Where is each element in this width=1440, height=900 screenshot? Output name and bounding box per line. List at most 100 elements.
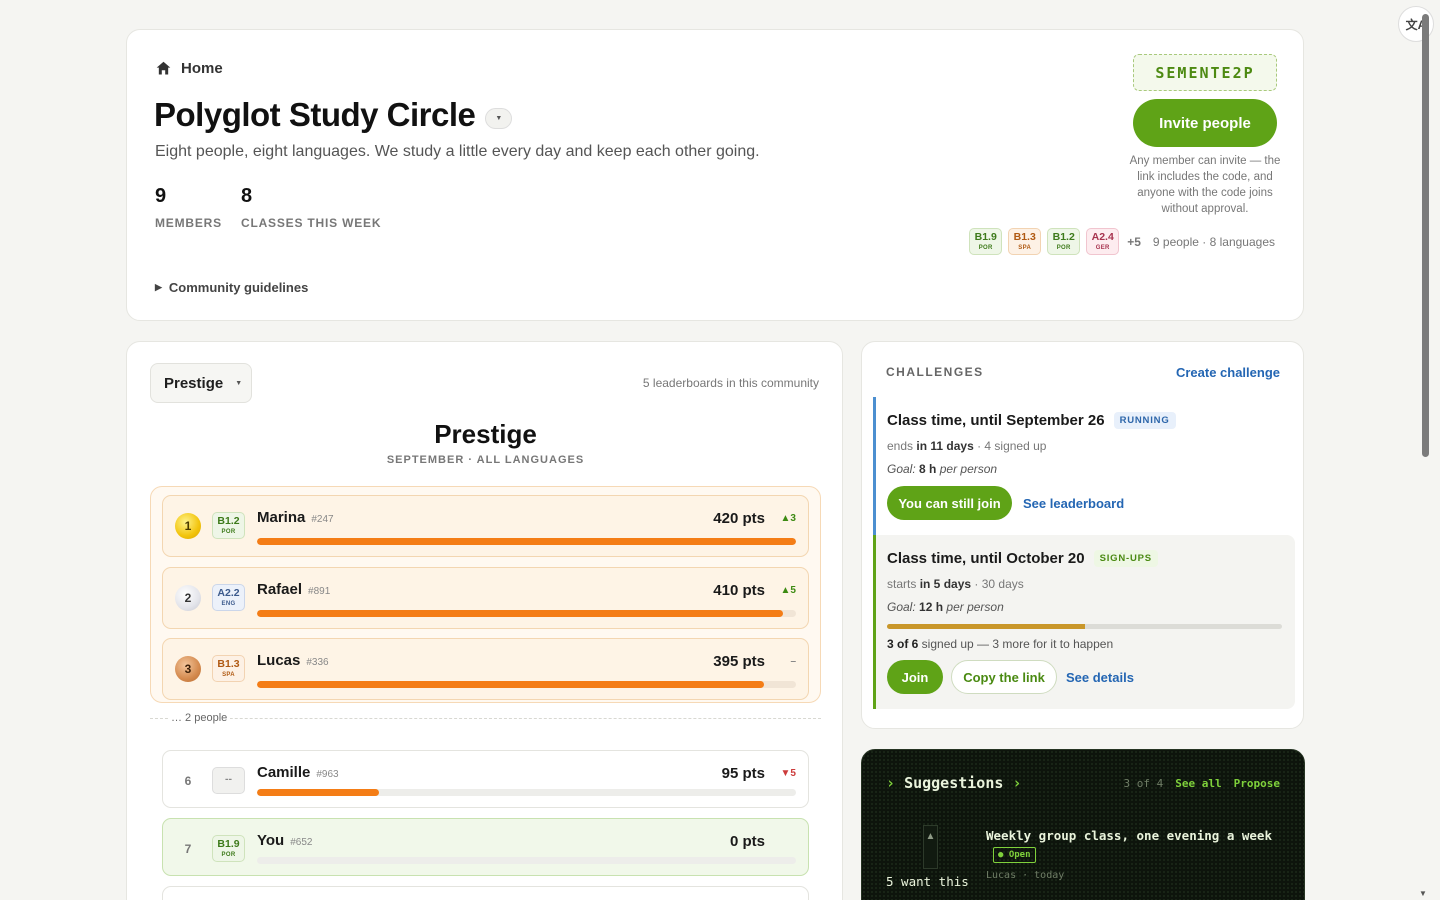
upvote-button[interactable]: ▲ xyxy=(923,825,938,869)
chevron-down-icon: ▼ xyxy=(495,114,503,122)
home-label: Home xyxy=(181,60,223,77)
leaderboard-select[interactable]: Prestige ▼ xyxy=(150,363,252,403)
challenge-title[interactable]: Class time, until September 26 RUNNING xyxy=(887,412,1176,429)
level-badge: A2.4 GER xyxy=(1086,228,1120,255)
level-lang: POR xyxy=(1056,244,1071,251)
points-bar-fill xyxy=(257,538,796,545)
level-badge: B1.3 SPA xyxy=(212,655,245,682)
suggestions-title[interactable]: › Suggestions › xyxy=(886,774,1021,792)
propose-link[interactable]: Propose xyxy=(1234,777,1280,790)
want-count: 5 want this xyxy=(886,874,969,889)
join-challenge-button[interactable]: You can still join xyxy=(887,486,1012,520)
community-switcher-button[interactable]: ▼ xyxy=(485,107,513,129)
rank-delta: ▲3 xyxy=(780,513,796,524)
triangle-up-icon: ▲ xyxy=(925,831,936,842)
member-name-text: Camille xyxy=(257,764,311,781)
leaderboard-row-you[interactable]: 7 B1.9 POR You #652 0 pts xyxy=(162,818,809,876)
level-lang: GER xyxy=(1095,244,1110,251)
member-name[interactable]: Rafael #891 xyxy=(257,581,330,598)
level-badge: B1.9 POR xyxy=(969,228,1003,255)
leaderboard-select-value: Prestige xyxy=(164,374,224,392)
goal-value: 12 h xyxy=(919,600,944,614)
community-description: Eight people, eight languages. We study … xyxy=(155,143,760,160)
chevron-down-icon: ▼ xyxy=(235,379,243,387)
stat-members: 9 MEMBERS xyxy=(155,185,222,230)
goal-prefix: Goal: xyxy=(887,600,916,614)
people-languages-count: 9 people · 8 languages xyxy=(1152,234,1275,249)
level-badge: B1.3 SPA xyxy=(1008,228,1042,255)
level-value: A2.2 xyxy=(217,587,240,600)
level-lang: ENG xyxy=(221,600,236,607)
leaderboard-row[interactable]: 1 B1.2 POR Marina #247 420 pts ▲3 xyxy=(162,495,809,557)
rank-delta: ▲5 xyxy=(780,585,796,596)
suggestion-status-text: Open xyxy=(1008,850,1031,860)
see-leaderboard-link[interactable]: See leaderboard xyxy=(1023,496,1124,511)
meta-rest: · 30 days xyxy=(971,577,1024,591)
leaderboard-card: Prestige ▼ 5 leaderboards in this commun… xyxy=(126,341,843,900)
signup-progress-bar xyxy=(887,624,1282,629)
community-guidelines-toggle[interactable]: ▶ Community guidelines xyxy=(155,280,308,295)
create-challenge-link[interactable]: Create challenge xyxy=(1176,365,1280,380)
rank-medal: 2 xyxy=(175,585,201,611)
challenge-item: Class time, until September 26 RUNNING e… xyxy=(873,397,1295,535)
rank-delta: ▼5 xyxy=(780,768,796,779)
guidelines-label: Community guidelines xyxy=(168,280,309,295)
meta-bold: in 11 days xyxy=(916,439,974,453)
member-name[interactable]: Camille #963 xyxy=(257,764,339,781)
level-value: B1.9 xyxy=(217,838,240,851)
member-points: 0 pts xyxy=(729,833,765,850)
member-name[interactable]: Marina #247 xyxy=(257,509,334,526)
leaderboard-row[interactable]: 3 B1.3 SPA Lucas #336 395 pts – xyxy=(162,638,809,700)
challenge-title[interactable]: Class time, until October 20 SIGN-UPS xyxy=(887,550,1158,567)
level-badge: B1.2 POR xyxy=(212,512,245,539)
member-name[interactable]: You #652 xyxy=(257,832,312,849)
level-badge: B1.9 POR xyxy=(212,835,245,862)
chevron-right-icon: › xyxy=(886,774,896,792)
leaderboard-row[interactable]: 2 A2.2 ENG Rafael #891 410 pts ▲5 xyxy=(162,567,809,629)
join-button[interactable]: Join xyxy=(887,660,943,694)
scrollbar-thumb[interactable] xyxy=(1422,14,1429,457)
challenge-goal: Goal: 8 h per person xyxy=(887,462,997,476)
member-name-text: Rafael xyxy=(257,581,303,598)
leaderboard-row[interactable] xyxy=(162,886,809,900)
level-value: -- xyxy=(225,773,232,786)
level-lang: POR xyxy=(221,528,236,535)
leaderboard-subtitle: SEPTEMBER · ALL LANGUAGES xyxy=(386,454,585,466)
meta-rest: · 4 signed up xyxy=(973,439,1047,453)
level-value: A2.4 xyxy=(1091,231,1114,244)
member-points: 395 pts xyxy=(713,653,765,670)
stat-value: 9 xyxy=(155,185,167,207)
level-badge: A2.2 ENG xyxy=(212,584,245,611)
points-bar-fill xyxy=(257,610,784,617)
chevron-right-icon: › xyxy=(1012,774,1022,792)
level-value: B1.2 xyxy=(217,515,240,528)
see-all-link[interactable]: See all xyxy=(1175,777,1221,790)
scroll-down-icon[interactable]: ▼ xyxy=(1419,889,1427,898)
suggestion-author: Lucas · today xyxy=(986,870,1065,881)
member-tag: #652 xyxy=(290,837,313,848)
more-levels-count: +5 xyxy=(1127,234,1141,249)
invite-code[interactable]: SEMENTE2P xyxy=(1133,54,1277,91)
suggestions-meta: 3 of 4 See all Propose xyxy=(1124,777,1280,790)
level-lang: POR xyxy=(978,244,993,251)
points-bar xyxy=(257,538,796,545)
stat-label: MEMBERS xyxy=(155,216,222,230)
leaderboard-row[interactable]: 6 -- Camille #963 95 pts ▼5 xyxy=(162,750,809,808)
level-badge: B1.2 POR xyxy=(1047,228,1081,255)
home-link[interactable]: Home xyxy=(155,60,223,77)
member-levels: B1.9 POR B1.3 SPA B1.2 POR A2.4 GER +5 9 peo… xyxy=(969,228,1275,255)
signup-progress-fill xyxy=(887,624,1085,629)
member-name[interactable]: Lucas #336 xyxy=(257,652,329,669)
goal-prefix: Goal: xyxy=(887,462,916,476)
rank-delta: – xyxy=(790,656,796,667)
rank-gap-label: … 2 people xyxy=(168,712,231,724)
see-details-link[interactable]: See details xyxy=(1066,670,1134,685)
copy-link-button[interactable]: Copy the link xyxy=(951,660,1057,694)
rank-gap-divider xyxy=(150,718,821,719)
suggestion-status-badge: ● Open xyxy=(993,847,1036,863)
suggestion-text[interactable]: Weekly group class, one evening a week xyxy=(986,828,1272,843)
member-points: 410 pts xyxy=(713,582,765,599)
level-value: B1.3 xyxy=(217,658,240,671)
invite-people-button[interactable]: Invite people xyxy=(1133,99,1277,147)
triangle-right-icon: ▶ xyxy=(155,282,162,292)
